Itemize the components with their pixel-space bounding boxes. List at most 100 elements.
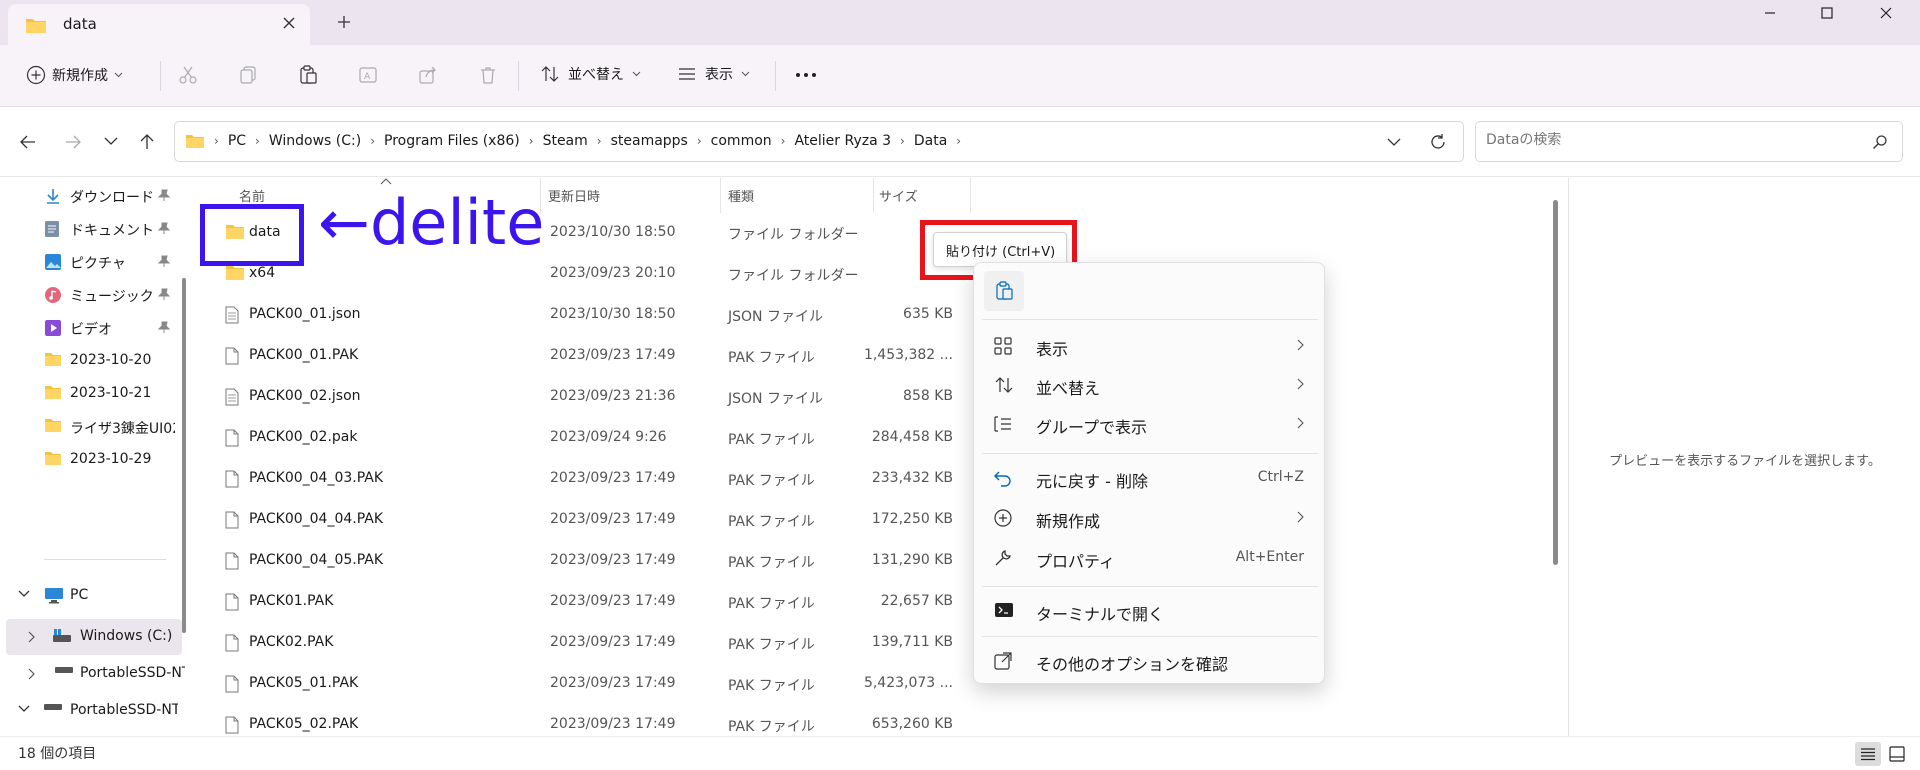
large-icons-view-button[interactable] bbox=[1884, 742, 1910, 766]
close-tab-icon[interactable] bbox=[282, 16, 296, 30]
breadcrumb-atelier-ryza-3[interactable]: Atelier Ryza 3 bbox=[788, 133, 897, 149]
drive-icon bbox=[54, 665, 74, 675]
new-button[interactable]: 新規作成 bbox=[26, 65, 123, 85]
file-row[interactable]: x64 2023/09/23 20:10 ファイル フォルダー bbox=[195, 254, 975, 295]
more-options-icon[interactable] bbox=[795, 72, 817, 78]
file-type: ファイル フォルダー bbox=[728, 268, 859, 284]
breadcrumb-steam[interactable]: Steam bbox=[537, 133, 594, 149]
column-header-name[interactable]: 名前 bbox=[239, 186, 265, 205]
breadcrumb-pc[interactable]: PC bbox=[222, 133, 252, 149]
sidebar-item-music[interactable]: ミュージック bbox=[0, 277, 182, 313]
folder-icon bbox=[44, 385, 62, 400]
breadcrumb-program-files[interactable]: Program Files (x86) bbox=[378, 133, 526, 149]
column-header-size[interactable]: サイズ bbox=[879, 186, 918, 205]
details-view-button[interactable] bbox=[1855, 742, 1881, 766]
new-tab-icon[interactable] bbox=[336, 14, 352, 30]
sort-button[interactable]: 並べ替え bbox=[540, 64, 641, 84]
sidebar-item-portable-ssd-root[interactable]: PortableSSD-NTFS bbox=[0, 693, 180, 729]
menu-item-label: その他のオプションを確認 bbox=[1036, 655, 1229, 674]
sort-icon bbox=[540, 64, 560, 84]
file-row[interactable]: data 2023/10/30 18:50 ファイル フォルダー bbox=[195, 213, 975, 254]
column-separator[interactable] bbox=[970, 178, 971, 213]
refresh-icon[interactable] bbox=[1429, 133, 1447, 151]
address-bar[interactable]: › PC › Windows (C:) › Program Files (x86… bbox=[174, 121, 1464, 162]
back-arrow-icon[interactable] bbox=[19, 133, 37, 151]
menu-item-group-by[interactable]: グループで表示 bbox=[982, 405, 1318, 443]
sort-label: 並べ替え bbox=[568, 67, 624, 83]
sidebar-item-folder-ryza3-ui02[interactable]: ライザ3錬金UI02 bbox=[0, 409, 182, 445]
paste-icon[interactable] bbox=[298, 65, 318, 85]
search-icon[interactable] bbox=[1872, 134, 1888, 150]
search-box[interactable] bbox=[1475, 121, 1903, 162]
maximize-button[interactable] bbox=[1797, 0, 1857, 26]
file-row[interactable]: PACK00_02.pak 2023/09/24 9:26 PAK ファイル 284,… bbox=[195, 418, 975, 459]
delete-icon[interactable] bbox=[478, 65, 498, 85]
sidebar-item-label: PortableSSD-NTFS bbox=[80, 665, 185, 681]
share-icon[interactable] bbox=[418, 65, 438, 85]
file-row[interactable]: PACK00_02.json 2023/09/23 21:36 JSON ファイル 8… bbox=[195, 377, 975, 418]
view-lines-icon bbox=[677, 64, 697, 84]
minimize-button[interactable] bbox=[1740, 0, 1800, 26]
menu-item-sort[interactable]: 並べ替え bbox=[982, 366, 1318, 404]
menu-item-new[interactable]: 新規作成 bbox=[982, 499, 1318, 537]
sidebar-item-documents[interactable]: ドキュメント bbox=[0, 211, 182, 247]
file-row[interactable]: PACK00_01.json 2023/10/30 18:50 JSON ファイル 6… bbox=[195, 295, 975, 336]
chevron-right-icon[interactable] bbox=[28, 668, 36, 680]
cut-icon[interactable] bbox=[178, 65, 198, 85]
up-arrow-icon[interactable] bbox=[138, 133, 156, 151]
search-input[interactable] bbox=[1486, 132, 1846, 148]
menu-item-open-terminal[interactable]: ターミナルで開く bbox=[982, 592, 1318, 630]
chevron-down-icon[interactable] bbox=[18, 590, 30, 598]
menu-separator bbox=[982, 453, 1318, 454]
sidebar-item-folder-2023-10-29[interactable]: 2023-10-29 bbox=[0, 442, 182, 478]
file-row[interactable]: PACK00_04_04.PAK 2023/09/23 17:49 PAK ファイル… bbox=[195, 500, 975, 541]
file-row[interactable]: PACK00_04_05.PAK 2023/09/23 17:49 PAK ファイル… bbox=[195, 541, 975, 582]
forward-arrow-icon[interactable] bbox=[64, 133, 82, 151]
column-separator[interactable] bbox=[873, 178, 874, 213]
file-row[interactable]: PACK00_04_03.PAK 2023/09/23 17:49 PAK ファイル… bbox=[195, 459, 975, 500]
view-label: 表示 bbox=[705, 67, 733, 83]
context-paste-button[interactable] bbox=[984, 271, 1024, 311]
sidebar-item-folder-2023-10-20[interactable]: 2023-10-20 bbox=[0, 343, 182, 379]
sidebar-item-downloads[interactable]: ダウンロード bbox=[0, 178, 182, 214]
view-button[interactable]: 表示 bbox=[677, 64, 750, 84]
rename-icon[interactable]: A bbox=[358, 65, 378, 85]
file-row[interactable]: PACK02.PAK 2023/09/23 17:49 PAK ファイル 139,71… bbox=[195, 623, 975, 664]
column-header-type[interactable]: 種類 bbox=[728, 186, 754, 205]
file-date: 2023/09/23 17:49 bbox=[550, 470, 676, 486]
file-list-scrollbar[interactable] bbox=[1553, 200, 1558, 565]
chevron-right-icon[interactable] bbox=[28, 631, 36, 643]
column-separator[interactable] bbox=[720, 178, 721, 213]
recent-locations-icon[interactable] bbox=[104, 137, 118, 146]
sidebar-item-portable-ssd[interactable]: PortableSSD-NTFS bbox=[6, 656, 185, 692]
breadcrumb-common[interactable]: common bbox=[705, 133, 778, 149]
column-header-date[interactable]: 更新日時 bbox=[548, 186, 600, 205]
large-icons-view-icon bbox=[1889, 746, 1905, 762]
text-file-icon bbox=[225, 388, 239, 406]
menu-item-undo-delete[interactable]: 元に戻す - 削除 Ctrl+Z bbox=[982, 459, 1318, 497]
copy-icon[interactable] bbox=[238, 65, 258, 85]
breadcrumb-windows-c[interactable]: Windows (C:) bbox=[263, 133, 367, 149]
menu-item-more-options[interactable]: その他のオプションを確認 bbox=[982, 642, 1318, 680]
menu-item-properties[interactable]: プロパティ Alt+Enter bbox=[982, 539, 1318, 577]
breadcrumb-data[interactable]: Data bbox=[908, 133, 953, 149]
sidebar-scrollbar[interactable] bbox=[182, 278, 186, 633]
sidebar-item-folder-2023-10-21[interactable]: 2023-10-21 bbox=[0, 376, 182, 412]
tab-data[interactable]: data bbox=[8, 4, 310, 45]
address-history-icon[interactable] bbox=[1387, 138, 1401, 147]
file-date: 2023/09/23 17:49 bbox=[550, 593, 676, 609]
chevron-down-icon[interactable] bbox=[18, 705, 30, 713]
preview-pane: プレビューを表示するファイルを選択します。 bbox=[1570, 178, 1920, 736]
sidebar-item-pictures[interactable]: ピクチャ bbox=[0, 244, 182, 280]
pin-icon bbox=[158, 321, 170, 334]
file-row[interactable]: PACK05_01.PAK 2023/09/23 17:49 PAK ファイル 5,4… bbox=[195, 664, 975, 705]
sidebar-item-windows-c[interactable]: Windows (C:) bbox=[6, 619, 182, 655]
sidebar-item-videos[interactable]: ビデオ bbox=[0, 310, 182, 346]
breadcrumb-steamapps[interactable]: steamapps bbox=[605, 133, 694, 149]
file-row[interactable]: PACK00_01.PAK 2023/09/23 17:49 PAK ファイル 1,4… bbox=[195, 336, 975, 377]
sidebar-item-pc[interactable]: PC bbox=[0, 578, 180, 614]
file-type: JSON ファイル bbox=[728, 391, 823, 407]
menu-item-view[interactable]: 表示 bbox=[982, 327, 1318, 365]
close-window-button[interactable] bbox=[1856, 0, 1916, 26]
file-row[interactable]: PACK01.PAK 2023/09/23 17:49 PAK ファイル 22,657… bbox=[195, 582, 975, 623]
